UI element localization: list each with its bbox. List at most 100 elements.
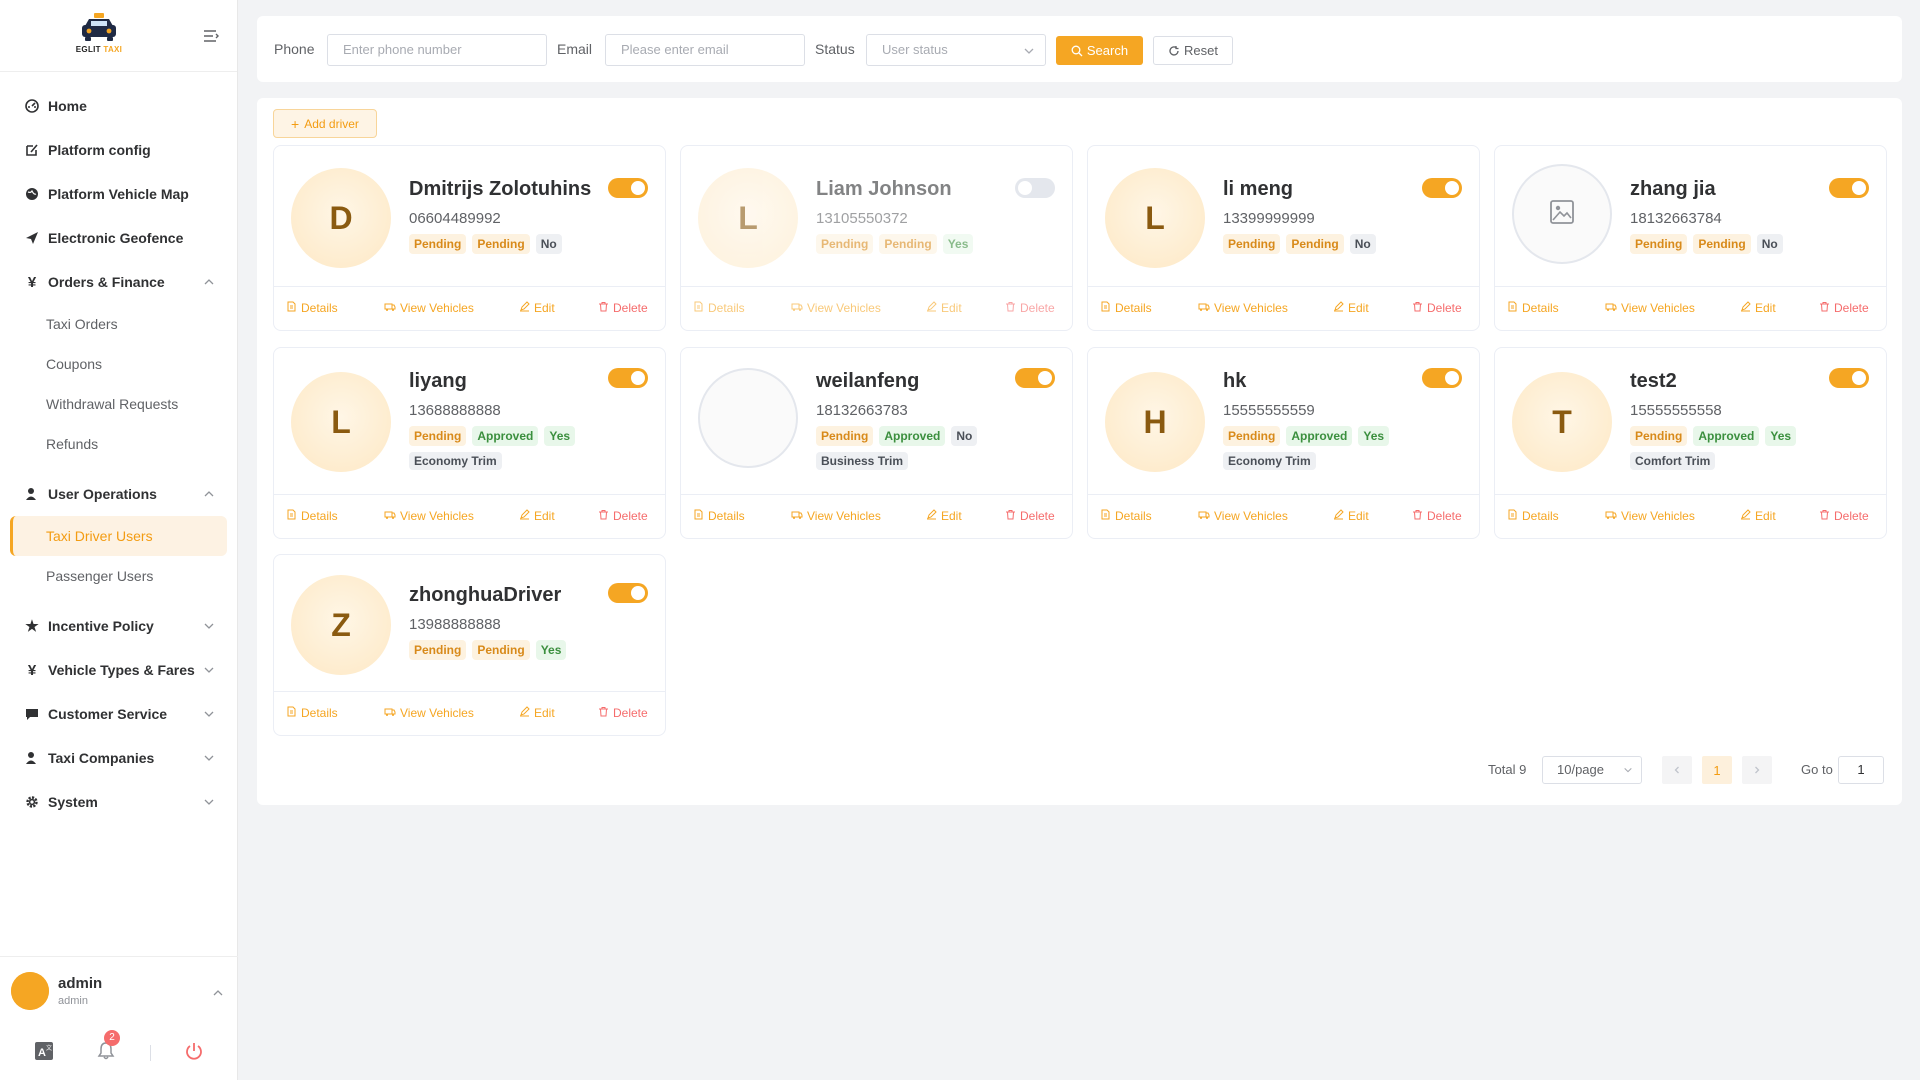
menu-customer-service[interactable]: Customer Service xyxy=(0,692,237,736)
details-button[interactable]: Details xyxy=(1100,509,1152,523)
details-button[interactable]: Details xyxy=(693,301,745,315)
status-tags: Pending Approved No xyxy=(816,426,978,446)
menu-withdrawal-requests[interactable]: Withdrawal Requests xyxy=(0,384,237,424)
details-button[interactable]: Details xyxy=(286,509,338,523)
next-page-button[interactable] xyxy=(1742,756,1772,784)
search-button[interactable]: Search xyxy=(1056,36,1143,65)
details-button[interactable]: Details xyxy=(1507,301,1559,315)
view-vehicles-button[interactable]: View Vehicles xyxy=(791,301,881,315)
status-select[interactable]: User status xyxy=(866,34,1046,66)
delete-button[interactable]: Delete xyxy=(1412,301,1462,315)
delete-button[interactable]: Delete xyxy=(598,509,648,523)
menu-refunds[interactable]: Refunds xyxy=(0,424,237,464)
menu-collapse-icon[interactable] xyxy=(202,28,220,44)
menu-passenger-users[interactable]: Passenger Users xyxy=(0,556,237,596)
reset-button[interactable]: Reset xyxy=(1153,36,1233,65)
menu-taxi-driver-users[interactable]: Taxi Driver Users xyxy=(10,516,227,556)
details-button[interactable]: Details xyxy=(693,509,745,523)
edit-button[interactable]: Edit xyxy=(1740,509,1776,523)
menu-system[interactable]: System xyxy=(0,780,237,824)
notification-bell-icon[interactable]: 2 xyxy=(94,1030,120,1063)
delete-button[interactable]: Delete xyxy=(598,706,648,720)
driver-enabled-toggle[interactable] xyxy=(608,583,648,603)
driver-enabled-toggle[interactable] xyxy=(608,178,648,198)
view-vehicles-button[interactable]: View Vehicles xyxy=(1605,509,1695,523)
menu-home-label: Home xyxy=(48,98,87,114)
delete-button[interactable]: Delete xyxy=(598,301,648,315)
menu-taxi-companies[interactable]: Taxi Companies xyxy=(0,736,237,780)
driver-enabled-toggle[interactable] xyxy=(1829,368,1869,388)
driver-enabled-toggle[interactable] xyxy=(1422,178,1462,198)
driver-list-panel: + Add driver D Dmitrijs Zolotuhins 06604… xyxy=(257,98,1902,805)
chevron-down-icon xyxy=(1624,767,1632,773)
driver-card: weilanfeng 18132663783 Pending Approved No… xyxy=(680,347,1073,539)
brand-logo[interactable]: EGLIT TAXI xyxy=(72,12,126,64)
menu-home[interactable]: Home xyxy=(0,84,237,128)
menu-coupons[interactable]: Coupons xyxy=(0,344,237,384)
edit-button[interactable]: Edit xyxy=(519,301,555,315)
edit-button[interactable]: Edit xyxy=(1740,301,1776,315)
nav-menu: Home Platform config Platform Vehicle Ma… xyxy=(0,72,237,824)
driver-enabled-toggle[interactable] xyxy=(1015,368,1055,388)
menu-geofence[interactable]: Electronic Geofence xyxy=(0,216,237,260)
details-button[interactable]: Details xyxy=(1507,509,1559,523)
menu-vehicle-map[interactable]: Platform Vehicle Map xyxy=(0,172,237,216)
page-number-current[interactable]: 1 xyxy=(1702,756,1732,784)
delete-button[interactable]: Delete xyxy=(1819,509,1869,523)
menu-taxi-orders[interactable]: Taxi Orders xyxy=(0,304,237,344)
menu-vehicle-types-fares[interactable]: ¥ Vehicle Types & Fares xyxy=(0,648,237,692)
menu-vehicle-map-label: Platform Vehicle Map xyxy=(48,186,189,202)
menu-coupons-label: Coupons xyxy=(46,356,103,372)
edit-button[interactable]: Edit xyxy=(519,509,555,523)
delete-button[interactable]: Delete xyxy=(1005,301,1055,315)
prev-page-button[interactable] xyxy=(1662,756,1692,784)
delete-button[interactable]: Delete xyxy=(1005,509,1055,523)
details-button[interactable]: Details xyxy=(286,706,338,720)
delete-button[interactable]: Delete xyxy=(1412,509,1462,523)
status-tag: Yes xyxy=(942,234,974,254)
email-input[interactable]: Please enter email xyxy=(605,34,805,66)
status-tag: Pending xyxy=(409,234,467,254)
status-tags: Pending Pending No xyxy=(409,234,562,254)
page-size-select[interactable]: 10/page xyxy=(1542,756,1642,784)
driver-avatar: Z xyxy=(291,575,391,675)
power-icon[interactable] xyxy=(182,1039,206,1063)
menu-platform-config[interactable]: Platform config xyxy=(0,128,237,172)
edit-button[interactable]: Edit xyxy=(1333,301,1369,315)
email-label: Email xyxy=(557,41,593,57)
view-vehicles-label: View Vehicles xyxy=(1214,301,1288,315)
view-vehicles-label: View Vehicles xyxy=(400,301,474,315)
edit-button[interactable]: Edit xyxy=(926,509,962,523)
driver-name: zhang jia xyxy=(1630,178,1716,200)
status-tag: Pending xyxy=(1693,234,1751,254)
menu-incentive-policy[interactable]: ★ Incentive Policy xyxy=(0,604,237,648)
view-vehicles-button[interactable]: View Vehicles xyxy=(1198,509,1288,523)
status-tags: Pending Pending No xyxy=(1630,234,1783,254)
edit-button[interactable]: Edit xyxy=(926,301,962,315)
menu-orders-finance[interactable]: ¥ Orders & Finance xyxy=(0,260,237,304)
driver-enabled-toggle[interactable] xyxy=(608,368,648,388)
avatar[interactable] xyxy=(11,972,49,1010)
details-button[interactable]: Details xyxy=(1100,301,1152,315)
goto-page-input[interactable]: 1 xyxy=(1838,756,1884,784)
add-driver-button[interactable]: + Add driver xyxy=(273,109,377,138)
chevron-up-icon[interactable] xyxy=(212,987,224,999)
driver-enabled-toggle[interactable] xyxy=(1015,178,1055,198)
delete-button[interactable]: Delete xyxy=(1819,301,1869,315)
delete-label: Delete xyxy=(1020,301,1055,315)
driver-enabled-toggle[interactable] xyxy=(1422,368,1462,388)
view-vehicles-button[interactable]: View Vehicles xyxy=(384,706,474,720)
view-vehicles-button[interactable]: View Vehicles xyxy=(1198,301,1288,315)
language-icon[interactable]: A文 xyxy=(32,1039,56,1063)
details-button[interactable]: Details xyxy=(286,301,338,315)
view-vehicles-button[interactable]: View Vehicles xyxy=(384,509,474,523)
menu-user-operations[interactable]: User Operations xyxy=(0,472,237,516)
view-vehicles-button[interactable]: View Vehicles xyxy=(1605,301,1695,315)
pagination-total: Total 9 xyxy=(1488,762,1527,777)
phone-input[interactable]: Enter phone number xyxy=(327,34,547,66)
view-vehicles-button[interactable]: View Vehicles xyxy=(791,509,881,523)
driver-enabled-toggle[interactable] xyxy=(1829,178,1869,198)
edit-button[interactable]: Edit xyxy=(1333,509,1369,523)
edit-button[interactable]: Edit xyxy=(519,706,555,720)
view-vehicles-button[interactable]: View Vehicles xyxy=(384,301,474,315)
